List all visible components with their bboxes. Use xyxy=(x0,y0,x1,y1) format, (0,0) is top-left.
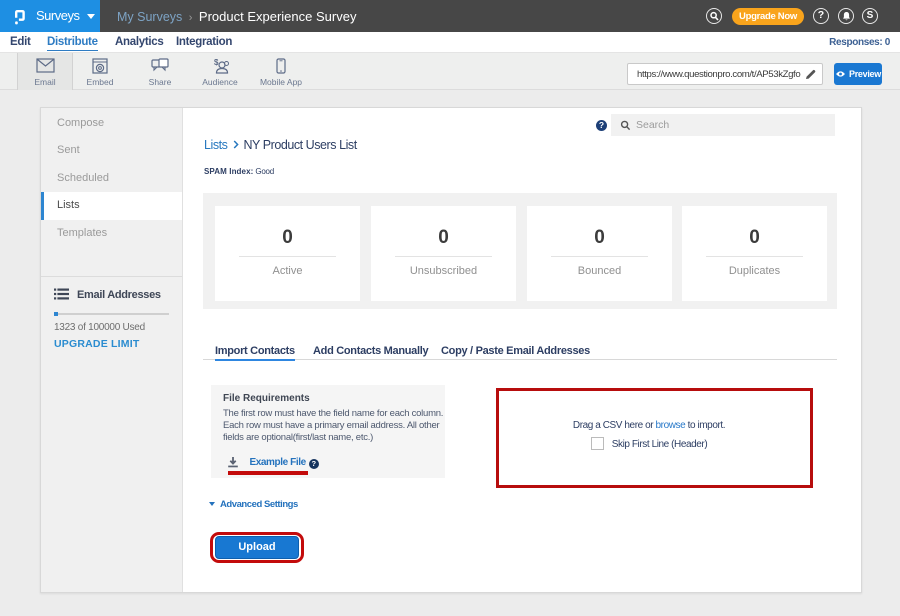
svg-text:$: $ xyxy=(214,58,219,67)
